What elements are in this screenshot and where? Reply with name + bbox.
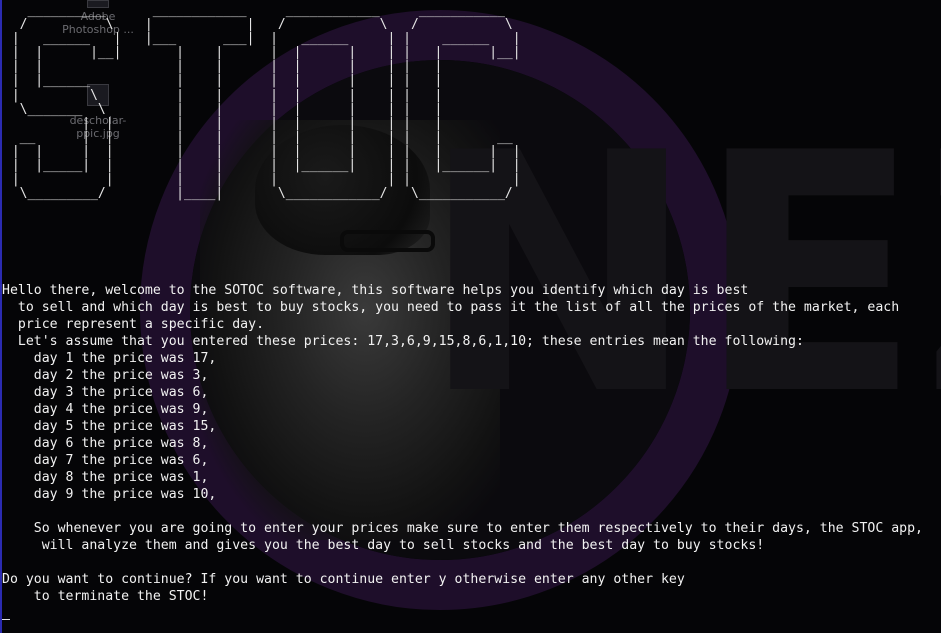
banner-line: \_______ \ | | | | | | | |	[4, 101, 443, 117]
banner-line: / \ | | / \ / \	[4, 17, 513, 33]
banner-line: \_________/ |____| \____________/ \_____…	[4, 186, 513, 202]
banner-line: | | | | | | | | | |	[4, 115, 443, 131]
terminal-line: day 5 the price was 15,	[2, 419, 217, 434]
terminal-line: to sell and which day is best to buy sto…	[2, 300, 900, 315]
stoc-ascii-banner: __________ ____________ ____________ ___…	[4, 3, 521, 202]
terminal-line: to terminate the STOC!	[2, 589, 209, 604]
banner-line: | | | | | | | |	[4, 172, 521, 188]
banner-line: | | |__| | | | | | | | | |__|	[4, 45, 521, 61]
terminal-line: day 8 the price was 1,	[2, 470, 209, 485]
banner-line: | |_____| | | | | |______| | | |______| …	[4, 158, 521, 174]
terminal-line: Do you want to continue? If you want to …	[2, 572, 685, 587]
terminal-line: day 9 the price was 10,	[2, 487, 217, 502]
terminal-output: Hello there, welcome to the SOTOC softwa…	[2, 282, 937, 605]
banner-line: | |______ | | | | | | | |	[4, 73, 443, 89]
terminal-line: day 7 the price was 6,	[2, 453, 209, 468]
terminal-line: Hello there, welcome to the SOTOC softwa…	[2, 283, 749, 298]
banner-line: | ______ | |___ ___| | ______ | | ______…	[4, 31, 521, 47]
banner-line: __________ ____________ ____________ ___…	[4, 3, 505, 18]
terminal-line: So whenever you are going to enter your …	[2, 521, 923, 536]
terminal-line: price represent a specific day.	[2, 317, 265, 332]
terminal-line: day 6 the price was 8,	[2, 436, 209, 451]
terminal-line: Let's assume that you entered these pric…	[2, 334, 804, 349]
banner-line: | | | | | | | | | | | | | |	[4, 143, 521, 159]
terminal-line: day 4 the price was 9,	[2, 402, 209, 417]
terminal-line: day 3 the price was 6,	[2, 385, 209, 400]
banner-line: __ | | | | | | | | | | __	[4, 129, 513, 145]
terminal-cursor[interactable]	[2, 619, 10, 620]
terminal-line: day 2 the price was 3,	[2, 368, 209, 383]
banner-line: | | | | | | | | | |	[4, 59, 443, 75]
terminal-line: day 1 the price was 17,	[2, 351, 217, 366]
banner-line: | \ | | | | | | | |	[4, 87, 443, 103]
terminal-line: will analyze them and gives you the best…	[2, 538, 765, 553]
